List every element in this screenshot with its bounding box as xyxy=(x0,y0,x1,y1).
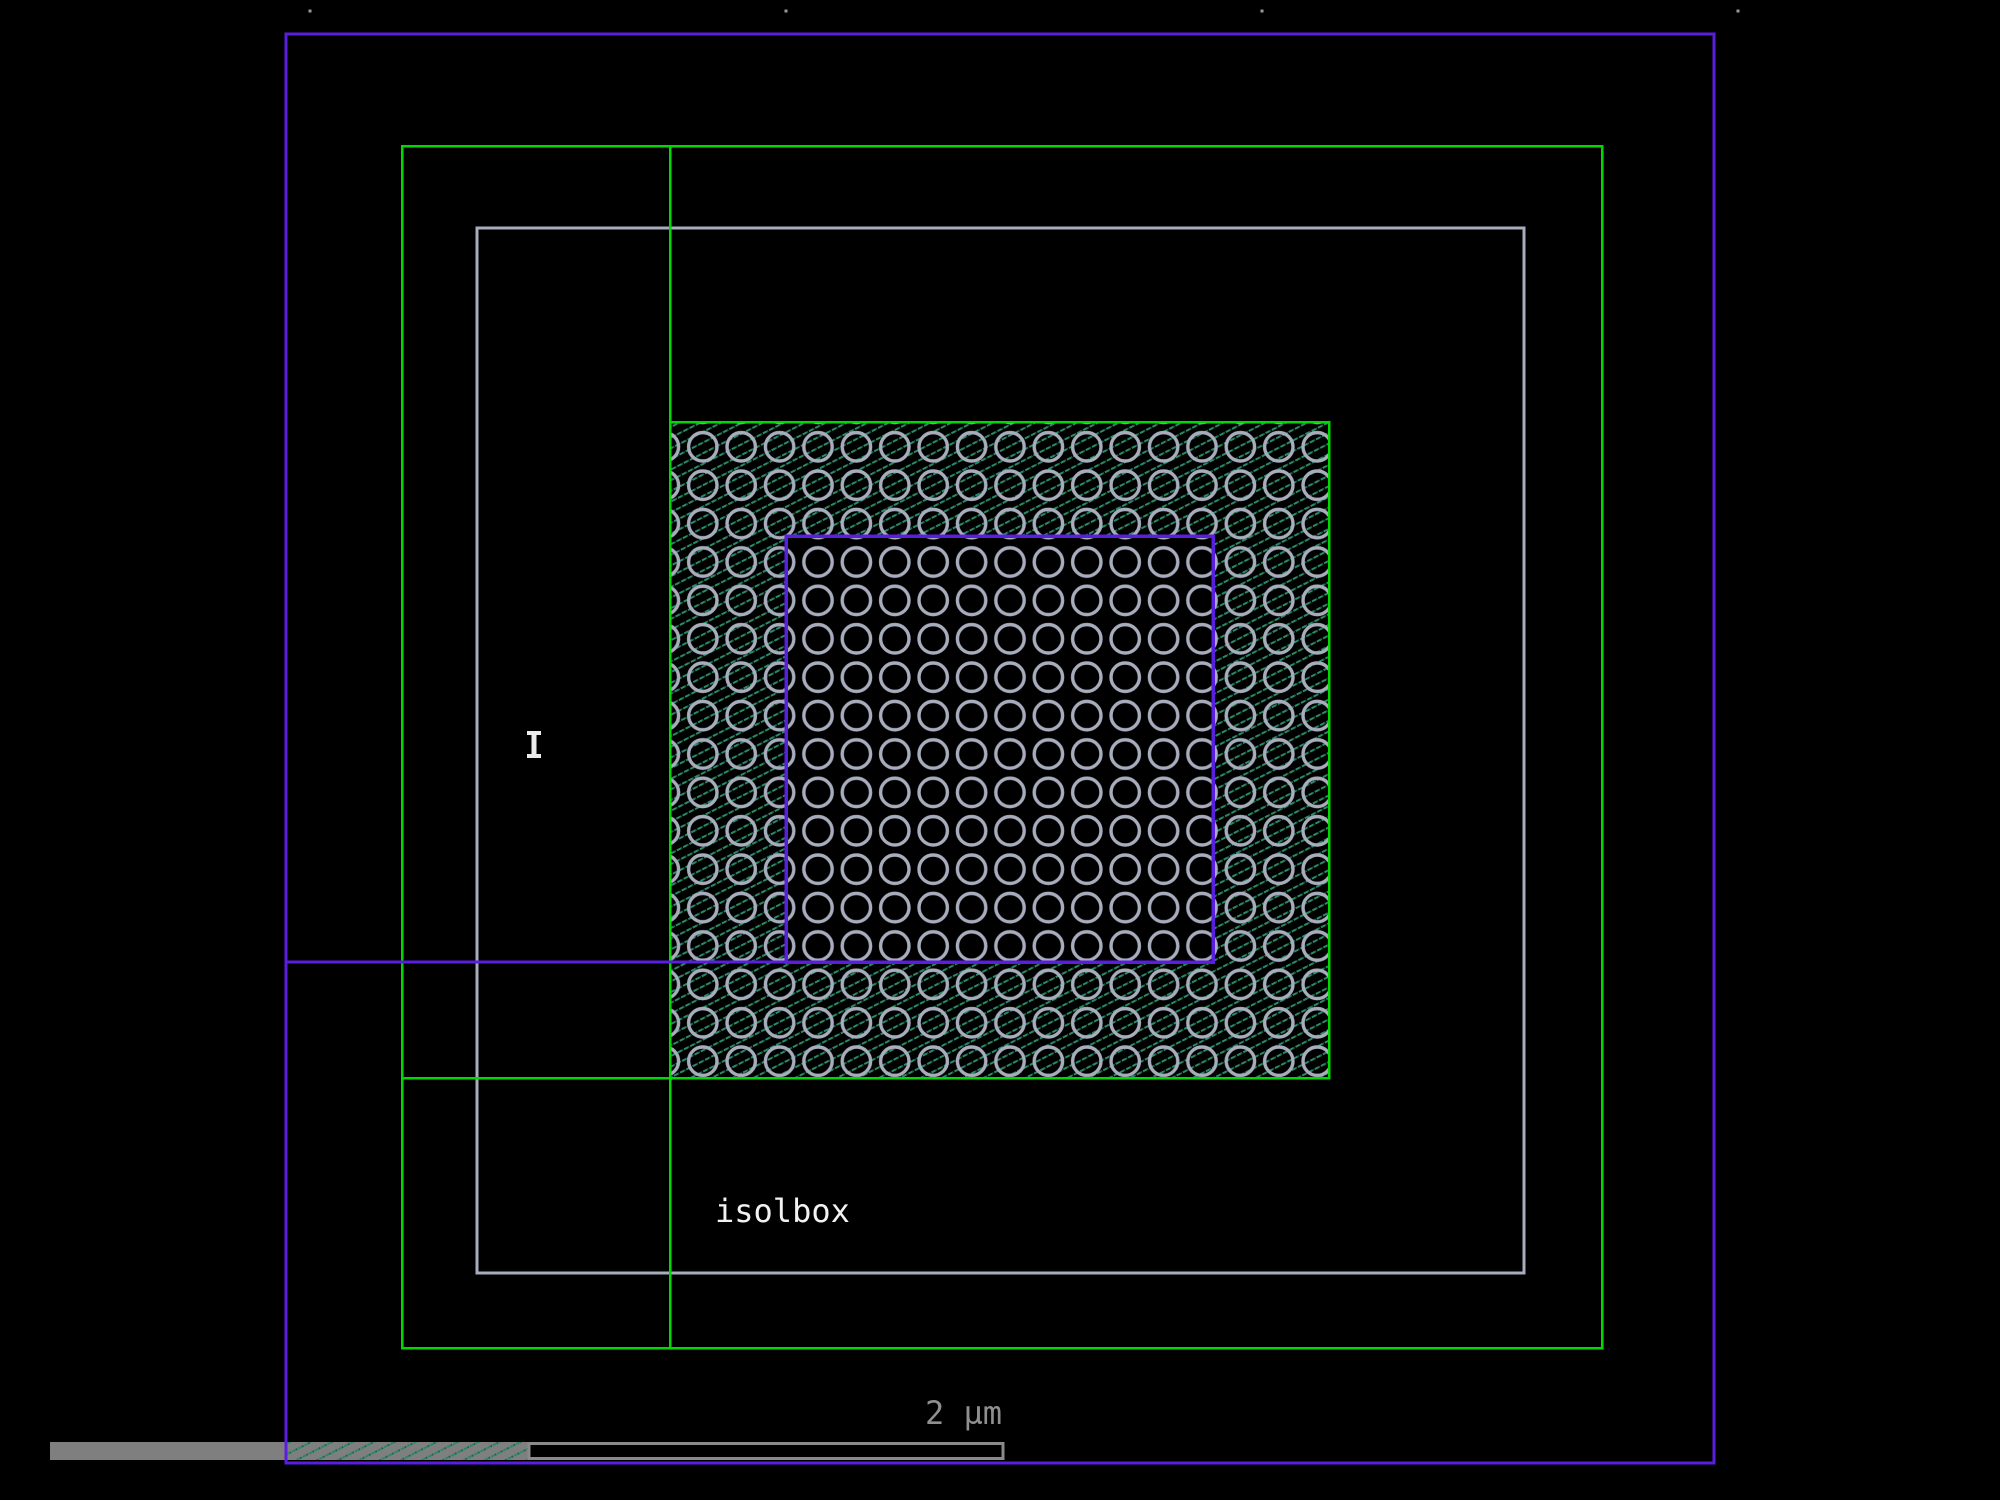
grid-dot xyxy=(1737,10,1740,13)
scale-bar-label: 2 µm xyxy=(925,1394,1002,1432)
grid-dot xyxy=(309,10,312,13)
layout-canvas[interactable]: isolbox 2 µm xyxy=(0,0,2000,1500)
isolation-opening[interactable] xyxy=(786,536,1213,962)
grid-dot xyxy=(785,10,788,13)
scale-bar-hatch-overlay xyxy=(287,1442,528,1460)
grid-dot xyxy=(1261,10,1264,13)
cell-label: isolbox xyxy=(715,1192,850,1230)
